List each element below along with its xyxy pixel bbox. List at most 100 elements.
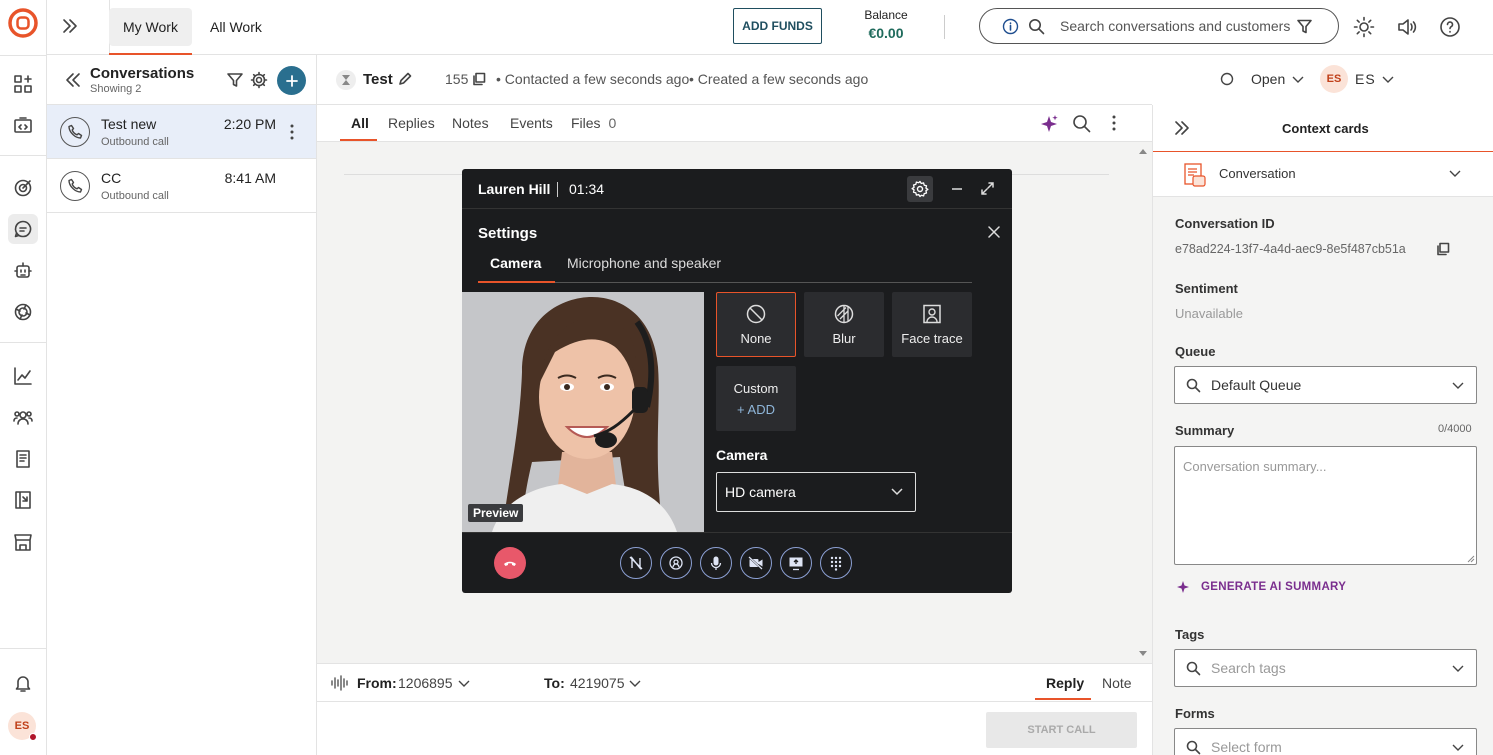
global-search[interactable]: Search conversations and customers [979, 8, 1339, 44]
search-icon[interactable] [1072, 114, 1091, 133]
notifications-icon[interactable] [8, 668, 38, 698]
conversations-icon[interactable] [8, 214, 38, 244]
chevron-down-icon[interactable] [1382, 75, 1394, 85]
reports-icon[interactable] [8, 485, 38, 515]
target-icon[interactable] [8, 173, 38, 203]
edit-icon[interactable] [398, 72, 412, 86]
volume-icon[interactable] [1396, 16, 1418, 38]
transfer-button[interactable] [660, 547, 692, 579]
knowledge-icon[interactable] [8, 444, 38, 474]
bg-option-blur[interactable]: Blur [804, 292, 884, 357]
tab-replies[interactable]: Replies [388, 115, 435, 131]
chevron-down-icon[interactable] [1292, 75, 1304, 85]
bg-option-none[interactable]: None [716, 292, 796, 357]
hangup-icon [504, 561, 516, 566]
expand-icon[interactable] [980, 181, 995, 196]
store-icon[interactable] [8, 527, 38, 557]
dialpad-button[interactable] [820, 547, 852, 579]
ai-sparkle-icon[interactable] [1039, 114, 1059, 134]
search-placeholder: Search conversations and customers [1060, 18, 1291, 34]
copy-icon[interactable] [1436, 242, 1450, 256]
add-funds-button[interactable]: ADD FUNDS [733, 8, 822, 44]
agent-avatar[interactable]: ES [1320, 65, 1348, 93]
status-select[interactable]: Open [1251, 71, 1285, 87]
conversation-list-panel: Conversations Showing 2 Test new Outboun… [47, 55, 317, 755]
conversation-card-header[interactable]: Conversation [1153, 152, 1493, 197]
tab-files[interactable]: Files 0 [571, 115, 616, 131]
expand-nav-icon[interactable] [58, 14, 82, 38]
settings-icon[interactable] [907, 176, 933, 202]
analytics-icon[interactable] [8, 361, 38, 391]
start-call-button[interactable]: START CALL [986, 712, 1137, 748]
conversation-main: Test 155 • Contacted a few seconds ago •… [317, 55, 1234, 755]
mute-button[interactable] [700, 547, 732, 579]
ai-icon[interactable] [8, 297, 38, 327]
dialpad-icon [830, 556, 842, 571]
tab-reply[interactable]: Reply [1046, 675, 1084, 691]
phone-icon [60, 117, 90, 147]
theme-icon[interactable] [1353, 16, 1375, 38]
bg-option-face-trace[interactable]: Face trace [892, 292, 972, 357]
agent-initials: ES [1326, 73, 1342, 85]
bg-option-label: Blur [832, 331, 856, 346]
collapse-list-icon[interactable] [62, 69, 84, 91]
sentiment-value: Unavailable [1175, 306, 1243, 321]
close-icon[interactable] [988, 226, 1000, 238]
tab-camera[interactable]: Camera [490, 255, 541, 271]
filter-icon[interactable] [1296, 18, 1313, 35]
copy-icon[interactable] [472, 72, 486, 86]
app-logo[interactable] [8, 8, 38, 38]
resize-handle-icon[interactable] [1465, 553, 1475, 563]
filter-icon[interactable] [226, 71, 244, 89]
more-options-icon[interactable] [283, 123, 301, 141]
bot-icon[interactable] [8, 256, 38, 286]
to-number-select[interactable]: 4219075 [570, 675, 625, 691]
developer-icon[interactable] [8, 110, 38, 140]
collapse-panel-icon[interactable] [1171, 117, 1193, 139]
status-value: Open [1251, 71, 1286, 87]
info-icon[interactable] [1002, 18, 1019, 35]
share-screen-icon [789, 557, 803, 571]
conversation-item[interactable]: CC Outbound call 8:41 AM [47, 159, 316, 213]
tab-events[interactable]: Events [510, 115, 553, 131]
conversations-count: Showing 2 [90, 83, 142, 95]
agent-name[interactable]: ES [1355, 71, 1376, 87]
help-icon[interactable] [1439, 16, 1461, 38]
status-open-icon [1220, 72, 1234, 86]
chevron-down-icon[interactable] [629, 679, 641, 689]
new-conversation-button[interactable] [277, 66, 306, 95]
tab-all-work[interactable]: All Work [196, 8, 276, 46]
chevron-down-icon[interactable] [458, 679, 470, 689]
presence-indicator [29, 733, 37, 741]
camera-select[interactable]: HD camera [716, 472, 916, 512]
tab-microphone[interactable]: Microphone and speaker [567, 255, 721, 271]
conversation-card-icon [1183, 162, 1207, 188]
tab-note[interactable]: Note [1102, 675, 1132, 691]
minimize-icon[interactable] [950, 182, 964, 196]
apps-icon[interactable] [8, 69, 38, 99]
hangup-button[interactable] [494, 547, 526, 579]
more-options-icon[interactable] [1105, 114, 1123, 132]
left-rail: ES [0, 0, 47, 755]
tab-my-work[interactable]: My Work [109, 8, 192, 55]
from-number-select[interactable]: 1206895 [398, 675, 453, 691]
conversation-time: 2:20 PM [223, 116, 276, 132]
noise-cancel-icon [629, 556, 643, 570]
summary-textarea[interactable]: Conversation summary... [1174, 446, 1477, 565]
share-screen-button[interactable] [780, 547, 812, 579]
people-icon[interactable] [8, 402, 38, 432]
bg-option-custom[interactable]: Custom + ADD [716, 366, 796, 431]
conversation-item[interactable]: Test new Outbound call 2:20 PM [47, 105, 316, 159]
custom-label: Custom [733, 380, 779, 396]
scrollbar[interactable] [1135, 145, 1151, 660]
search-icon [1186, 661, 1201, 676]
noise-cancel-button[interactable] [620, 547, 652, 579]
queue-select[interactable]: Default Queue [1174, 366, 1477, 404]
settings-icon[interactable] [250, 71, 268, 89]
forms-select[interactable]: Select form [1174, 728, 1477, 755]
tab-all[interactable]: All [351, 115, 369, 131]
tab-notes[interactable]: Notes [452, 115, 489, 131]
custom-add-link[interactable]: + ADD [737, 402, 775, 417]
video-off-button[interactable] [740, 547, 772, 579]
tags-select[interactable]: Search tags [1174, 649, 1477, 687]
